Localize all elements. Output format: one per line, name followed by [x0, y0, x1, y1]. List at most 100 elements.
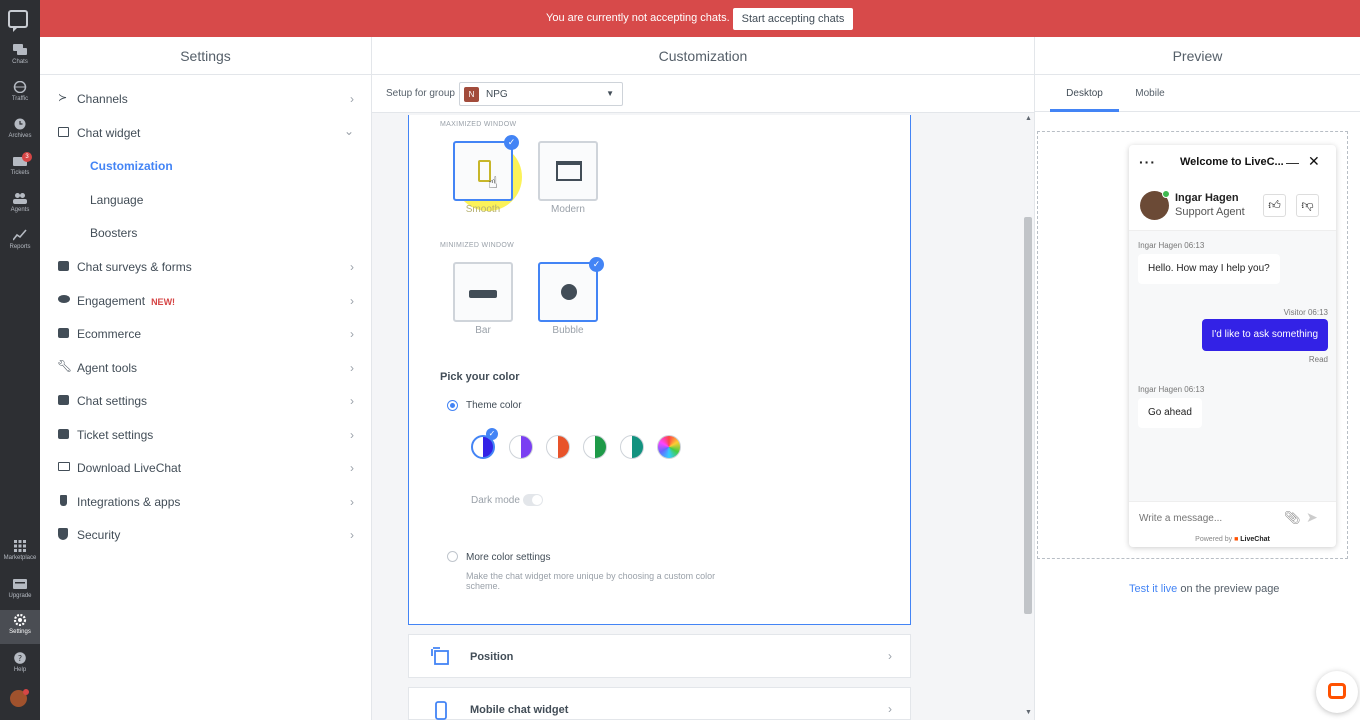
laptop-icon [58, 462, 70, 471]
position-icon [431, 647, 449, 665]
globe-icon [13, 81, 27, 93]
message-bubble: I'd like to ask something [1201, 319, 1328, 351]
nav-item-engagement[interactable]: Engagement NEW! › [40, 284, 372, 317]
cursor-hand-icon: ☝︎ [488, 175, 498, 192]
more-color-settings-radio[interactable] [447, 551, 458, 562]
cart-icon [58, 328, 69, 338]
nav-item-channels[interactable]: ≻ Channels › [40, 82, 372, 115]
more-options-icon[interactable]: ··· [1139, 154, 1156, 170]
tile-smooth[interactable] [453, 141, 513, 201]
minimize-icon[interactable]: — [1286, 155, 1299, 170]
theme-color-radio[interactable] [447, 400, 458, 411]
message-composer: 📎︎ ➤ [1129, 501, 1336, 533]
tab-desktop[interactable]: Desktop [1050, 75, 1119, 112]
send-icon[interactable]: ➤ [1306, 509, 1318, 526]
test-live-note: Test it live on the preview page [1129, 583, 1280, 595]
message-bubble: Hello. How may I help you? [1138, 254, 1280, 284]
nav-item-agent-tools[interactable]: 🔧︎ Agent tools › [40, 351, 372, 384]
nav-item-chat-widget[interactable]: Chat widget ⌄ [40, 116, 372, 149]
nav-item-security[interactable]: Security › [40, 518, 372, 551]
clock-icon [14, 118, 26, 130]
bubble-icon [561, 284, 577, 300]
thumbs-up-icon[interactable]: 👍︎ [1263, 194, 1286, 217]
rail-item-help[interactable]: ? Help [0, 648, 40, 682]
tab-mobile[interactable]: Mobile [1125, 75, 1175, 112]
sub-item-language[interactable]: Language [90, 193, 143, 207]
swatch-purple[interactable] [509, 435, 533, 459]
swatch-orange[interactable] [546, 435, 570, 459]
shield-icon [58, 528, 68, 540]
tile-modern[interactable] [538, 141, 598, 201]
chevron-right-icon: › [888, 702, 892, 716]
read-status: Read [1308, 355, 1328, 364]
livechat-brand-icon: ■ [1234, 536, 1239, 543]
message-bubble: Go ahead [1138, 398, 1202, 428]
tile-bubble[interactable] [538, 262, 598, 322]
preview-tabs: Desktop Mobile [1035, 75, 1360, 112]
rail-item-agents[interactable]: Agents [0, 188, 40, 222]
chat-widget-preview: ··· Welcome to LiveC... — ✕ Ingar Hagen … [1129, 145, 1336, 547]
bar-icon [469, 290, 497, 298]
scroll-thumb[interactable] [1024, 217, 1032, 614]
attachment-icon[interactable]: 📎︎ [1284, 510, 1301, 526]
eye-icon [58, 295, 70, 303]
mobile-widget-icon [435, 701, 447, 720]
help-icon: ? [14, 652, 26, 664]
scroll-down-icon[interactable]: ▼ [1025, 709, 1032, 716]
online-status-dot [1162, 190, 1170, 198]
wrench-icon: 🔧︎ [57, 359, 73, 373]
rail-item-traffic[interactable]: Traffic [0, 77, 40, 111]
livechat-logo-icon[interactable] [8, 10, 28, 32]
rail-item-reports[interactable]: Reports [0, 225, 40, 259]
close-icon[interactable]: ✕ [1308, 153, 1320, 170]
rail-item-marketplace[interactable]: Marketplace [0, 536, 40, 570]
checkmark-icon: ✓ [589, 257, 604, 272]
sub-item-boosters[interactable]: Boosters [90, 226, 137, 240]
svg-text:?: ? [18, 654, 22, 663]
survey-icon [58, 261, 69, 271]
position-section[interactable]: Position › [408, 634, 911, 678]
rail-item-upgrade[interactable]: Upgrade [0, 574, 40, 608]
chat-launcher-button[interactable] [1316, 671, 1358, 713]
status-banner: You are currently not accepting chats. S… [40, 0, 1360, 37]
dark-mode-toggle[interactable] [523, 494, 543, 506]
message-input[interactable] [1139, 513, 1279, 524]
tile-bar[interactable] [453, 262, 513, 322]
swatch-teal[interactable] [620, 435, 644, 459]
chevron-right-icon: › [350, 394, 354, 408]
nav-item-integrations[interactable]: Integrations & apps › [40, 485, 372, 518]
chevron-right-icon: › [350, 428, 354, 442]
checkmark-icon: ✓ [486, 428, 498, 440]
nav-item-download-livechat[interactable]: Download LiveChat › [40, 451, 372, 484]
nav-item-surveys[interactable]: Chat surveys & forms › [40, 250, 372, 283]
chat-messages: Ingar Hagen 06:13 Hello. How may I help … [1129, 231, 1336, 501]
rail-item-tickets[interactable]: 3 Tickets [0, 151, 40, 185]
nav-item-chat-settings[interactable]: Chat settings › [40, 384, 372, 417]
widget-title: Welcome to LiveC... [1180, 156, 1284, 168]
group-select[interactable]: N NPG ▼ [459, 82, 623, 106]
rail-item-chats[interactable]: Chats [0, 40, 40, 74]
customization-scrollbar[interactable]: ▲ ▼ [1022, 113, 1034, 720]
sub-item-customization[interactable]: Customization [90, 159, 173, 173]
ticket-settings-icon [58, 429, 69, 439]
nav-item-ecommerce[interactable]: Ecommerce › [40, 317, 372, 350]
start-accepting-chats-button[interactable]: Start accepting chats [733, 8, 853, 30]
mobile-chat-widget-section[interactable]: Mobile chat widget › [408, 687, 911, 720]
people-icon [13, 193, 27, 204]
window-style-card: MAXIMIZED WINDOW ✓ Smooth ☝︎ Modern MINI… [408, 115, 911, 625]
checkmark-icon: ✓ [504, 135, 519, 150]
custom-color-picker[interactable] [657, 435, 681, 459]
thumbs-down-icon[interactable]: 👎︎ [1296, 194, 1319, 217]
modern-window-icon [556, 161, 582, 181]
user-avatar[interactable] [10, 689, 29, 707]
chevron-right-icon: › [350, 327, 354, 341]
chevron-down-icon: ⌄ [343, 124, 354, 138]
rail-item-settings[interactable]: Settings [0, 610, 40, 644]
settings-title: Settings [40, 37, 371, 75]
chevron-right-icon: › [350, 92, 354, 106]
nav-item-ticket-settings[interactable]: Ticket settings › [40, 418, 372, 451]
scroll-up-icon[interactable]: ▲ [1025, 115, 1032, 122]
swatch-green[interactable] [583, 435, 607, 459]
test-it-live-link[interactable]: Test it live [1129, 583, 1177, 595]
rail-item-archives[interactable]: Archives [0, 114, 40, 148]
